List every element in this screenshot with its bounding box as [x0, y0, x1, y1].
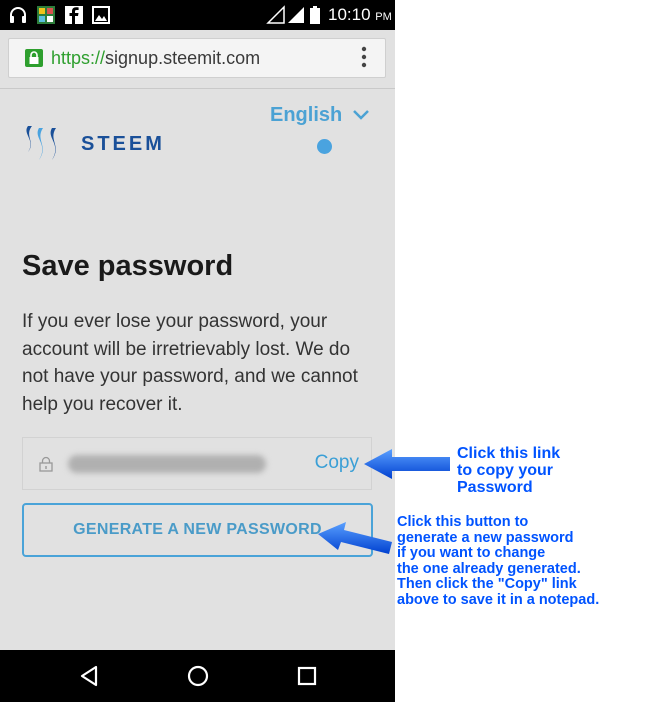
url-scheme: https://: [51, 48, 106, 68]
android-nav-bar: [0, 650, 395, 702]
app-icon: [37, 6, 55, 24]
browser-toolbar: https://signup.steemit.com: [0, 30, 395, 89]
menu-dots-icon[interactable]: [361, 46, 367, 68]
recents-icon[interactable]: [293, 662, 321, 690]
signal-icon: [288, 7, 304, 23]
annotation-line: generate a new password: [397, 529, 574, 546]
phone-screen: 10:10 PM https://signup.steemit.com Engl…: [0, 0, 395, 702]
status-bar: 10:10 PM: [0, 0, 395, 30]
signal-icon: [266, 5, 285, 24]
chevron-down-icon[interactable]: [352, 108, 370, 122]
annotation-line: Click this button to: [397, 514, 529, 530]
lock-icon: [39, 456, 53, 472]
image-icon: [92, 6, 110, 24]
back-icon[interactable]: [76, 662, 104, 690]
copy-annotation: Click this link to copy your Password: [457, 445, 560, 496]
brand-name: STEEM: [81, 133, 165, 155]
password-field[interactable]: Copy: [22, 437, 372, 490]
annotation-line: if you want to change: [397, 545, 546, 561]
copy-link[interactable]: Copy: [315, 452, 359, 474]
address-bar[interactable]: https://signup.steemit.com: [8, 38, 386, 78]
clock: 10:10 PM: [328, 5, 392, 25]
headphones-icon: [10, 7, 26, 23]
clock-ampm: PM: [375, 11, 392, 23]
annotation-line: to copy your: [457, 462, 554, 479]
warning-description: If you ever lose your password, your acc…: [22, 311, 358, 415]
url-text: https://signup.steemit.com: [51, 48, 260, 69]
url-host: signup.steemit.com: [105, 48, 261, 68]
facebook-icon: [65, 6, 83, 24]
annotation-line: Then click the "Copy" link: [397, 576, 577, 592]
language-selector[interactable]: English: [270, 104, 342, 127]
page-title: Save password: [22, 250, 234, 282]
home-icon[interactable]: [184, 662, 212, 690]
generate-annotation: Click this button to generate a new pass…: [397, 514, 600, 608]
masked-password: [68, 455, 266, 473]
notification-dot: [317, 139, 332, 154]
battery-icon: [310, 6, 320, 24]
annotation-line: above to save it in a notepad.: [397, 591, 600, 608]
annotation-line: Click this link: [457, 445, 561, 462]
arrow-to-generate-icon: [318, 522, 392, 554]
secure-lock-icon: [25, 49, 43, 67]
annotation-line: the one already generated.: [397, 560, 581, 577]
clock-time: 10:10: [328, 5, 371, 24]
steem-logo-icon: [26, 126, 56, 160]
arrow-to-copy-icon: [364, 449, 450, 479]
annotation-line: Password: [457, 479, 533, 496]
